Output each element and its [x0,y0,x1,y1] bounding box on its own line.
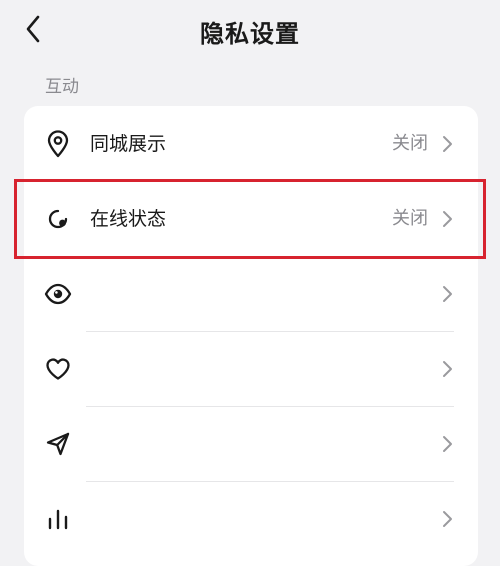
setting-value: 关闭 [392,208,428,229]
setting-label: 在线状态 [90,208,167,230]
header: 隐私设置 [0,0,500,62]
section-label-interaction: 互动 [45,77,79,97]
setting-row-visibility[interactable] [24,256,478,331]
chevron-right-icon [443,436,452,452]
page-title: 隐私设置 [200,20,300,48]
bar-chart-icon [44,505,72,533]
chevron-right-icon [443,211,452,227]
chevron-right-icon [443,511,452,527]
setting-row-likes[interactable] [24,331,478,406]
setting-value: 关闭 [392,133,428,154]
setting-row-stats[interactable] [24,481,478,556]
eye-icon [44,280,72,308]
chevron-right-icon [443,136,452,152]
setting-row-share[interactable] [24,406,478,481]
heart-icon [44,355,72,383]
send-icon [44,430,72,458]
online-status-icon [44,205,72,233]
settings-card: 同城展示 关闭 在线状态 关闭 [24,106,478,566]
chevron-right-icon [443,286,452,302]
setting-label: 同城展示 [90,133,167,155]
location-pin-icon [44,130,72,158]
setting-row-online-status[interactable]: 在线状态 关闭 [24,181,478,256]
chevron-right-icon [443,361,452,377]
setting-row-local-display[interactable]: 同城展示 关闭 [24,106,478,181]
